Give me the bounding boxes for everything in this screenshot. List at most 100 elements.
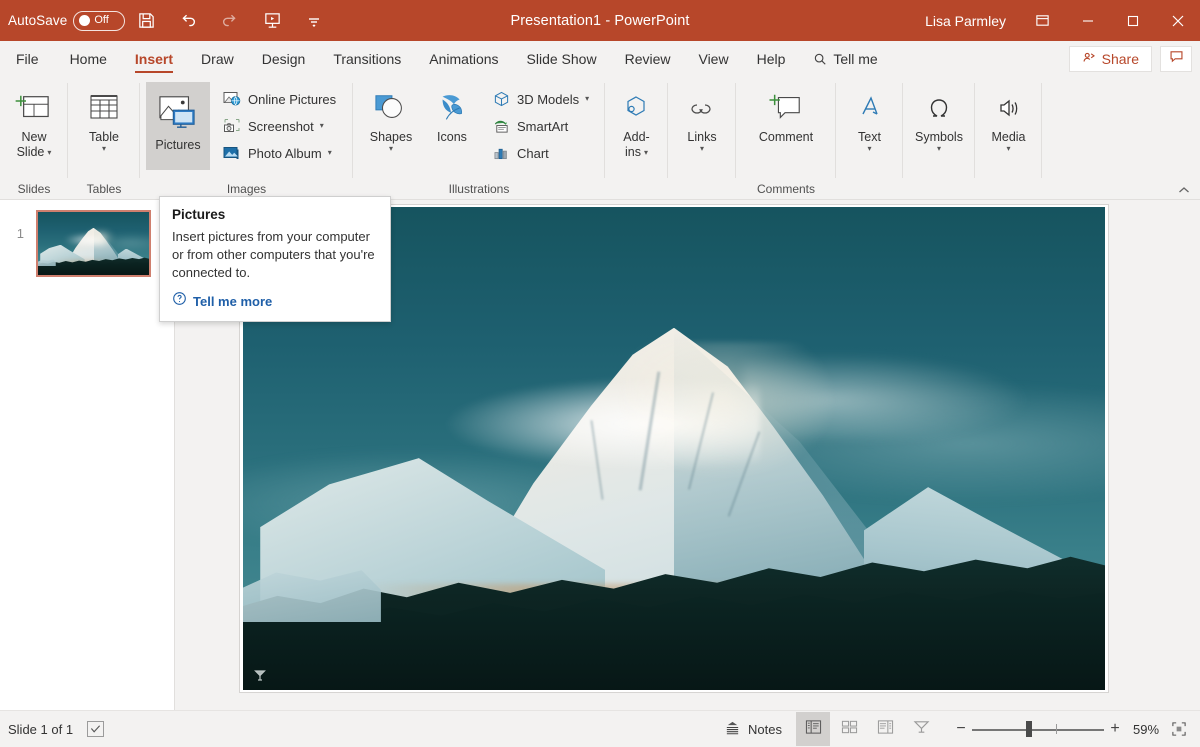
user-account-name[interactable]: Lisa Parmley bbox=[925, 13, 1006, 29]
zoom-in-button[interactable]: + bbox=[1104, 721, 1126, 737]
table-button[interactable]: Table ▾ bbox=[72, 82, 136, 153]
chevron-down-icon[interactable]: ▾ bbox=[1006, 145, 1010, 153]
minimize-button[interactable] bbox=[1065, 0, 1110, 41]
chevron-down-icon[interactable]: ▾ bbox=[328, 149, 332, 157]
chevron-down-icon[interactable]: ▾ bbox=[644, 148, 648, 157]
close-button[interactable] bbox=[1155, 0, 1200, 41]
chevron-down-icon[interactable]: ▾ bbox=[700, 145, 704, 153]
group-label-media bbox=[975, 180, 1042, 200]
text-button[interactable]: Text ▾ bbox=[838, 82, 902, 153]
customize-quick-access-toolbar-icon[interactable] bbox=[293, 0, 335, 41]
zoom-out-button[interactable]: − bbox=[950, 721, 972, 737]
tab-animations[interactable]: Animations bbox=[415, 41, 512, 77]
online-pictures-button[interactable]: Online Pictures bbox=[218, 88, 342, 110]
comment-label: Comment bbox=[758, 130, 814, 144]
tab-review[interactable]: Review bbox=[611, 41, 685, 77]
ribbon-group-addins: Add- ins ▾ bbox=[605, 77, 668, 200]
search-icon bbox=[813, 52, 827, 66]
shapes-icon bbox=[371, 86, 411, 130]
ribbon-group-slides: New Slide ▾ Slides bbox=[0, 77, 68, 200]
status-bar: Slide 1 of 1 Notes − + 59% bbox=[0, 710, 1200, 747]
autosave-state-label: Off bbox=[94, 14, 109, 26]
3d-models-label: 3D Models bbox=[517, 91, 580, 107]
media-button[interactable]: Media ▾ bbox=[977, 82, 1041, 153]
3d-models-button[interactable]: 3D Models ▾ bbox=[487, 88, 595, 110]
screenshot-button[interactable]: Screenshot ▾ bbox=[218, 115, 342, 137]
chevron-down-icon[interactable]: ▾ bbox=[585, 95, 589, 103]
links-label: Links bbox=[687, 130, 717, 144]
notes-button[interactable]: Notes bbox=[712, 714, 794, 744]
chevron-down-icon[interactable]: ▾ bbox=[937, 145, 941, 153]
status-left-group: Slide 1 of 1 bbox=[0, 721, 105, 737]
text-icon bbox=[854, 86, 886, 130]
pictures-button[interactable]: Pictures bbox=[146, 82, 210, 170]
ribbon: New Slide ▾ Slides Table ▾ Tables Pictur… bbox=[0, 77, 1200, 200]
share-button[interactable]: Share bbox=[1068, 46, 1152, 72]
new-slide-icon bbox=[15, 86, 53, 130]
tab-design[interactable]: Design bbox=[248, 41, 320, 77]
chart-button[interactable]: Chart bbox=[487, 142, 595, 164]
new-slide-button[interactable]: New Slide ▾ bbox=[2, 82, 66, 160]
collapse-ribbon-button[interactable] bbox=[1178, 185, 1190, 197]
tell-me-search[interactable]: Tell me bbox=[799, 41, 891, 77]
tab-transitions[interactable]: Transitions bbox=[319, 41, 415, 77]
icons-label: Icons bbox=[437, 130, 467, 144]
ribbon-group-images: Pictures Online Pictures Screenshot ▾ Ph… bbox=[140, 77, 353, 200]
zoom-slider-thumb[interactable] bbox=[1026, 721, 1033, 737]
chevron-down-icon[interactable]: ▾ bbox=[389, 145, 393, 153]
slide-sorter-view-button[interactable] bbox=[832, 712, 866, 746]
slide-show-view-button[interactable] bbox=[904, 712, 938, 746]
normal-view-icon bbox=[805, 719, 822, 740]
slide-count-label[interactable]: Slide 1 of 1 bbox=[8, 722, 73, 737]
ribbon-group-media: Media ▾ bbox=[975, 77, 1042, 200]
tab-view[interactable]: View bbox=[684, 41, 742, 77]
icons-button[interactable]: Icons bbox=[423, 82, 481, 145]
thumbnail-list-item[interactable]: 1 bbox=[0, 200, 174, 277]
shapes-button[interactable]: Shapes ▾ bbox=[359, 82, 423, 153]
chevron-down-icon[interactable]: ▾ bbox=[867, 145, 871, 153]
start-presentation-icon[interactable] bbox=[251, 0, 293, 41]
save-icon[interactable] bbox=[125, 0, 167, 41]
zoom-slider[interactable] bbox=[972, 721, 1104, 737]
undo-icon[interactable] bbox=[167, 0, 209, 41]
chevron-down-icon[interactable]: ▾ bbox=[320, 122, 324, 130]
window-right-controls: Lisa Parmley bbox=[925, 0, 1200, 41]
maximize-restore-button[interactable] bbox=[1110, 0, 1155, 41]
tab-insert[interactable]: Insert bbox=[121, 41, 187, 77]
3d-models-icon bbox=[491, 90, 511, 108]
add-ins-label-line2: ins bbox=[625, 145, 641, 159]
ribbon-tab-bar: File Home Insert Draw Design Transitions… bbox=[0, 41, 1200, 77]
accessibility-checker-icon[interactable] bbox=[87, 721, 105, 737]
ribbon-display-options-icon[interactable] bbox=[1020, 0, 1065, 41]
tab-slide-show[interactable]: Slide Show bbox=[513, 41, 611, 77]
autosave-toggle-knob bbox=[79, 15, 91, 26]
text-label: Text bbox=[858, 130, 881, 144]
share-person-icon bbox=[1082, 51, 1096, 68]
new-comment-button[interactable]: Comment bbox=[743, 82, 829, 145]
tab-file[interactable]: File bbox=[0, 41, 56, 77]
chevron-down-icon[interactable]: ▾ bbox=[47, 148, 51, 157]
add-ins-button[interactable]: Add- ins ▾ bbox=[605, 82, 668, 160]
tab-home[interactable]: Home bbox=[56, 41, 121, 77]
redo-icon[interactable] bbox=[209, 0, 251, 41]
chevron-down-icon[interactable]: ▾ bbox=[102, 145, 106, 153]
zoom-slider-midpoint bbox=[1056, 724, 1058, 734]
symbols-button[interactable]: Symbols ▾ bbox=[908, 82, 970, 153]
zoom-percentage-label[interactable]: 59% bbox=[1126, 722, 1166, 737]
slide-thumbnail-panel[interactable]: 1 bbox=[0, 200, 175, 710]
photo-album-button[interactable]: Photo Album ▾ bbox=[218, 142, 342, 164]
slide-thumbnail-1[interactable] bbox=[36, 210, 151, 277]
links-button[interactable]: Links ▾ bbox=[670, 82, 734, 153]
reading-view-button[interactable] bbox=[868, 712, 902, 746]
tooltip-help-link[interactable]: Tell me more bbox=[172, 291, 378, 311]
ribbon-group-text: Text ▾ bbox=[836, 77, 903, 200]
online-pictures-label: Online Pictures bbox=[248, 91, 337, 107]
normal-view-button[interactable] bbox=[796, 712, 830, 746]
tab-draw[interactable]: Draw bbox=[187, 41, 248, 77]
autosave-toggle[interactable]: Off bbox=[73, 10, 126, 31]
tab-help[interactable]: Help bbox=[743, 41, 800, 77]
smartart-button[interactable]: SmartArt bbox=[487, 115, 595, 137]
comments-button[interactable] bbox=[1160, 46, 1192, 72]
chart-icon bbox=[491, 144, 511, 162]
fit-slide-to-window-icon[interactable] bbox=[1166, 716, 1192, 742]
